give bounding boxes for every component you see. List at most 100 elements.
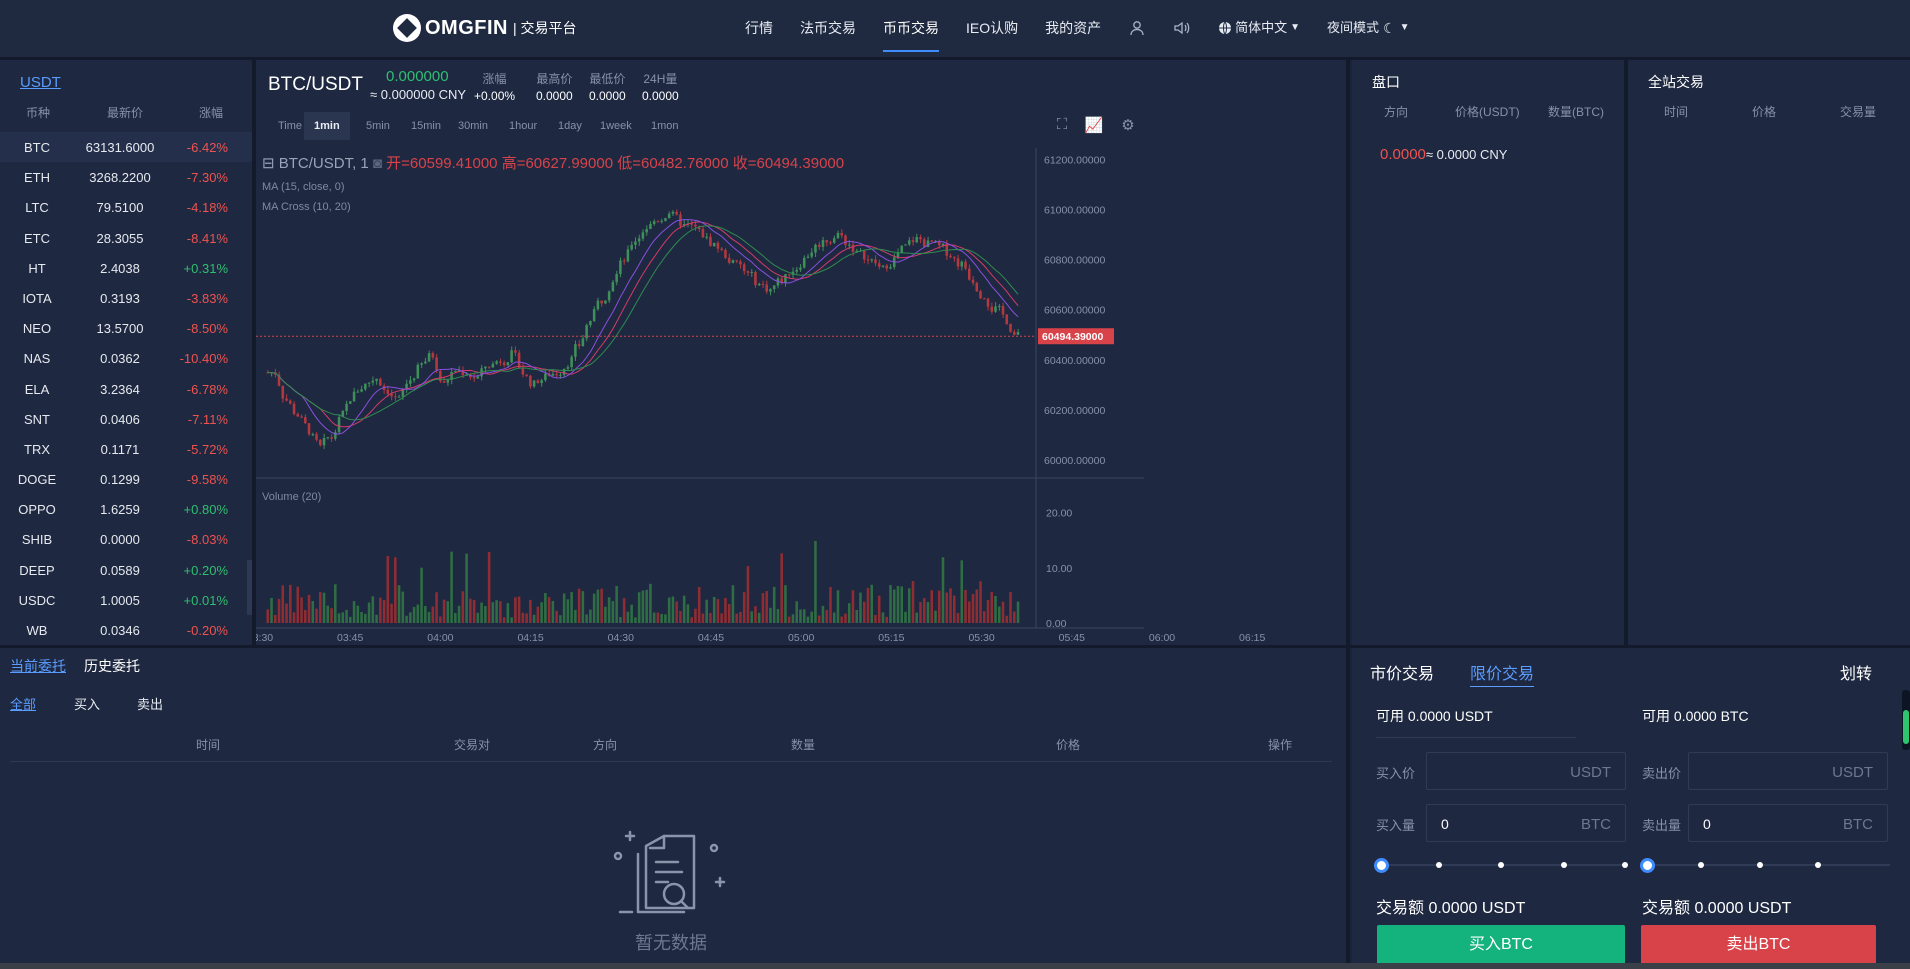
candle-body: [844, 235, 847, 246]
night-mode-toggle[interactable]: 夜间模式 ☾ ▼: [1327, 0, 1409, 56]
candle-body: [866, 259, 870, 261]
market-row[interactable]: LTC 79.5100 -4.18%: [0, 192, 252, 222]
market-row[interactable]: IOTA 0.3193 -3.83%: [0, 283, 252, 313]
chart-panel: BTC/USDT 0.000000 ≈ 0.000000 CNY 涨幅 +0.0…: [256, 60, 1346, 645]
market-row[interactable]: SNT 0.0406 -7.11%: [0, 404, 252, 434]
candle-body: [994, 306, 997, 312]
col-symbol: 币种: [26, 106, 51, 120]
volume-bar: [457, 605, 461, 623]
tab-market-order[interactable]: 市价交易: [1370, 660, 1434, 684]
market-row[interactable]: HT 2.4038 +0.31%: [0, 253, 252, 283]
volume-bar: [919, 602, 922, 623]
filter-buy[interactable]: 买入: [74, 694, 100, 713]
market-row[interactable]: DEEP 0.0589 +0.20%: [0, 555, 252, 585]
interval-15min[interactable]: 15min: [401, 112, 451, 140]
slider-tick[interactable]: [1436, 862, 1442, 868]
interval-1week[interactable]: 1week: [590, 112, 642, 140]
candle-body: [716, 242, 720, 249]
tab-usdt[interactable]: USDT: [20, 74, 61, 91]
market-row[interactable]: DOGE 0.1299 -9.58%: [0, 464, 252, 494]
tab-limit-order[interactable]: 限价交易: [1470, 660, 1535, 687]
market-row-price: 3.2364: [100, 381, 140, 397]
globe-icon: [1219, 21, 1232, 35]
indicator-label: MA (15, close, 0): [262, 181, 345, 193]
buy-price-input[interactable]: USDT: [1426, 752, 1626, 790]
market-row[interactable]: ETH 3268.2200 -7.30%: [0, 162, 252, 192]
volume-bar: [454, 613, 457, 623]
slider-tick[interactable]: [1757, 862, 1763, 868]
market-row-change: -7.11%: [187, 411, 228, 427]
candle-body: [664, 218, 667, 221]
language-select[interactable]: 简体中文 ▼: [1218, 0, 1300, 56]
col-change: 涨幅: [199, 106, 224, 120]
candle-body: [772, 285, 776, 290]
market-row[interactable]: USDC 1.0005 +0.01%: [0, 585, 252, 615]
night-mode-label: 夜间模式: [1327, 20, 1380, 35]
sell-button[interactable]: 卖出BTC: [1641, 925, 1876, 965]
market-row[interactable]: SHIB 0.0000 -8.03%: [0, 524, 252, 554]
candle-body: [349, 401, 352, 404]
form-scrollbar[interactable]: [1902, 690, 1910, 750]
interval-1min[interactable]: 1min: [304, 112, 350, 140]
market-row[interactable]: ETC 28.3055 -8.41%: [0, 223, 252, 253]
interval-1day[interactable]: 1day: [548, 112, 592, 140]
filter-sell[interactable]: 卖出: [137, 694, 163, 713]
col-price: 价格: [1752, 105, 1777, 119]
slider-tick[interactable]: [1561, 862, 1567, 868]
market-row[interactable]: TRX 0.1171 -5.72%: [0, 434, 252, 464]
volume-bar: [874, 615, 877, 623]
interval-5min[interactable]: 5min: [356, 112, 400, 140]
slider-knob[interactable]: [1640, 858, 1655, 873]
speaker-icon[interactable]: [1173, 0, 1191, 56]
buy-button[interactable]: 买入BTC: [1377, 925, 1625, 965]
candle-body: [394, 396, 397, 398]
sell-qty-input[interactable]: 0 BTC: [1688, 804, 1888, 842]
market-row[interactable]: OPPO 1.6259 +0.80%: [0, 494, 252, 524]
filter-all[interactable]: 全部: [10, 694, 36, 713]
slider-tick[interactable]: [1815, 862, 1821, 868]
market-row-symbol: IOTA: [22, 290, 52, 306]
nav-ieo[interactable]: IEO认购: [966, 0, 1018, 56]
sell-price-input[interactable]: USDT: [1688, 752, 1888, 790]
interval-1mon[interactable]: 1mon: [641, 112, 689, 140]
candle-body: [769, 289, 772, 292]
tab-order-history[interactable]: 历史委托: [84, 656, 140, 676]
interval-30min[interactable]: 30min: [448, 112, 498, 140]
volume-bar: [304, 610, 307, 623]
nav-fiat-trade[interactable]: 法币交易: [800, 0, 856, 56]
market-row[interactable]: WB 0.0346 -0.20%: [0, 615, 252, 645]
buy-qty-input[interactable]: 0 BTC: [1426, 804, 1626, 842]
nav-market[interactable]: 行情: [745, 0, 773, 56]
sell-percent-slider[interactable]: [1640, 858, 1890, 873]
volume-bar: [585, 614, 588, 623]
market-row[interactable]: NEO 13.5700 -8.50%: [0, 313, 252, 343]
candle-body: [652, 221, 656, 224]
candle-body: [499, 361, 502, 363]
user-icon[interactable]: [1128, 0, 1146, 56]
slider-tick[interactable]: [1498, 862, 1504, 868]
candle-body: [281, 385, 285, 399]
buy-percent-slider[interactable]: [1374, 858, 1628, 873]
pair-title: BTC/USDT: [268, 74, 363, 95]
tab-open-orders[interactable]: 当前委托: [10, 656, 66, 676]
market-row[interactable]: BTC 63131.6000 -6.42%: [0, 132, 252, 163]
nav-my-assets[interactable]: 我的资产: [1045, 0, 1101, 56]
volume-bar: [566, 599, 570, 623]
fullscreen-icon[interactable]: ⛶: [1052, 116, 1072, 136]
settings-icon[interactable]: ⚙: [1118, 116, 1138, 136]
indicators-icon[interactable]: 📈: [1084, 116, 1104, 136]
stat-volume-value: 0.0000: [642, 89, 679, 103]
candle-body: [412, 378, 416, 381]
slider-tick[interactable]: [1622, 862, 1628, 868]
slider-knob[interactable]: [1374, 858, 1389, 873]
brand-logo[interactable]: OMGFIN | 交易平台: [393, 14, 577, 42]
candlestick-chart[interactable]: 61200.00000 61000.00000 60800.00000 60600.0…: [256, 148, 1346, 643]
candle-body: [386, 389, 390, 394]
interval-1hour[interactable]: 1hour: [499, 112, 547, 140]
nav-spot-trade[interactable]: 币币交易: [883, 0, 939, 56]
candle-body: [701, 229, 705, 238]
slider-tick[interactable]: [1698, 862, 1704, 868]
market-row[interactable]: ELA 3.2364 -6.78%: [0, 374, 252, 404]
market-row[interactable]: NAS 0.0362 -10.40%: [0, 343, 252, 373]
transfer-button[interactable]: 划转: [1840, 660, 1872, 684]
